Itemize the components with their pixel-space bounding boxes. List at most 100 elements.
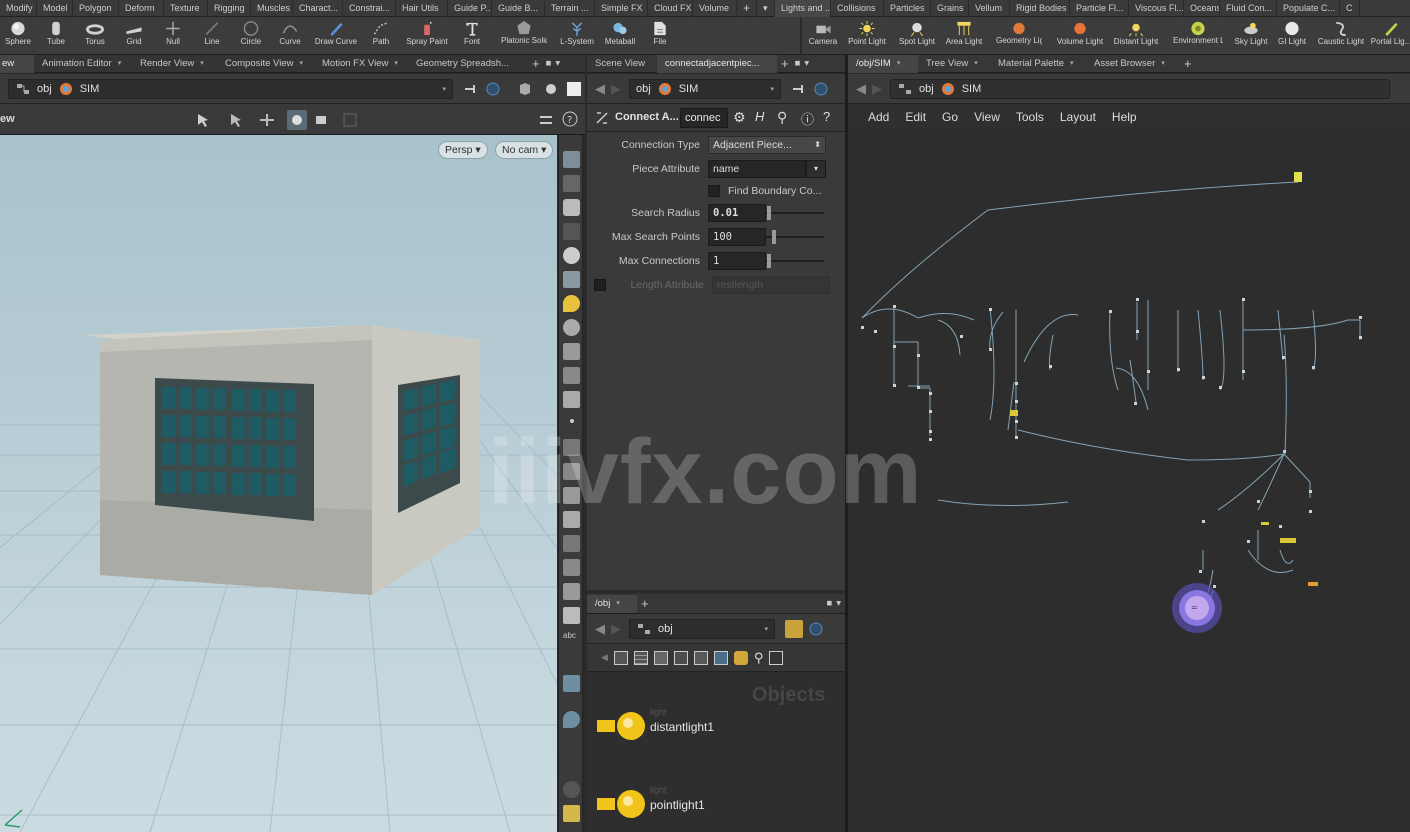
- tab-composite-view[interactable]: Composite View ▾: [217, 55, 314, 73]
- menu-tools[interactable]: Tools: [1016, 110, 1044, 124]
- search-icon[interactable]: ⚲: [754, 650, 764, 666]
- ghost-icon[interactable]: [563, 367, 580, 384]
- chevron-down-icon[interactable]: ▾: [802, 55, 811, 73]
- shelf-tab[interactable]: Rigging: [208, 0, 251, 17]
- sky-light-tool[interactable]: Sky Light: [1228, 17, 1274, 55]
- gear-icon[interactable]: ⚙: [733, 109, 746, 126]
- camera-view-icon[interactable]: [769, 650, 784, 665]
- tab-network-view[interactable]: /obj/SIM ▾: [848, 54, 918, 73]
- font-tool[interactable]: Font: [449, 17, 495, 55]
- chevron-down-icon[interactable]: ▾: [553, 55, 562, 73]
- shelf-tab[interactable]: Lights and ...: [775, 0, 831, 17]
- 3d-viewport[interactable]: Persp ▾ No cam ▾: [0, 135, 557, 832]
- shelf-tab[interactable]: Oceans: [1184, 0, 1220, 17]
- curve-tool[interactable]: Curve: [267, 17, 313, 55]
- shelf-tab[interactable]: C: [1340, 0, 1360, 17]
- add-tab-icon[interactable]: +: [637, 595, 653, 613]
- python-icon[interactable]: [785, 619, 803, 638]
- link-icon[interactable]: [485, 81, 501, 97]
- image-icon[interactable]: [713, 650, 728, 665]
- display-grid-icon[interactable]: [563, 151, 580, 168]
- houdini-help-icon[interactable]: H: [755, 109, 764, 124]
- shelf-tab[interactable]: Viscous Fl...: [1129, 0, 1184, 17]
- shelf-tab[interactable]: Guide P...: [448, 0, 492, 17]
- shelf-tab[interactable]: Model: [37, 0, 73, 17]
- pin-icon[interactable]: [463, 81, 479, 97]
- platonic-solids-tool[interactable]: Platonic Solids: [501, 17, 547, 55]
- connection-type-dropdown[interactable]: Adjacent Piece... ⬍: [708, 136, 826, 154]
- forward-arrow-icon[interactable]: ▶: [611, 81, 621, 97]
- max-search-points-field[interactable]: 100: [708, 228, 766, 246]
- chevron-down-icon[interactable]: ▾: [764, 625, 768, 633]
- stack-icon[interactable]: [733, 650, 748, 665]
- shelf-tab[interactable]: Grains: [931, 0, 969, 17]
- shelf-tab[interactable]: Muscles: [251, 0, 293, 17]
- persp-menu-button[interactable]: Persp ▾: [438, 141, 488, 159]
- spray-paint-tool[interactable]: Spray Paint: [403, 17, 451, 55]
- display-menu-icon[interactable]: [538, 112, 554, 128]
- primitive-icon[interactable]: [563, 487, 580, 504]
- tab-material-palette[interactable]: Material Palette ▾: [990, 55, 1086, 73]
- max-search-points-slider[interactable]: [766, 228, 824, 246]
- object-node[interactable]: [595, 788, 649, 820]
- camera-menu-button[interactable]: No cam ▾: [495, 141, 554, 159]
- pane-menu-icon[interactable]: ■: [544, 55, 554, 73]
- length-attribute-checkbox[interactable]: [594, 279, 606, 291]
- pin-location-icon[interactable]: [563, 711, 580, 728]
- shelf-tab[interactable]: Collisions: [831, 0, 884, 17]
- link-icon[interactable]: [808, 621, 824, 637]
- chevron-down-icon[interactable]: ▾: [834, 595, 845, 613]
- find-boundary-checkbox[interactable]: [708, 185, 720, 197]
- add-tab-icon[interactable]: +: [1180, 55, 1196, 73]
- info-icon[interactable]: ⓘ: [801, 109, 814, 128]
- chevron-down-icon[interactable]: ▾: [299, 55, 303, 73]
- chevron-down-icon[interactable]: ▾: [974, 55, 978, 73]
- transform-tool-icon[interactable]: [258, 112, 276, 128]
- wire-icon[interactable]: [563, 559, 580, 576]
- lock-icon[interactable]: [563, 199, 580, 216]
- shelf-tab[interactable]: Rigid Bodies: [1010, 0, 1070, 17]
- lighting-icon[interactable]: [563, 271, 580, 288]
- camera-head-icon[interactable]: [563, 319, 580, 336]
- menu-layout[interactable]: Layout: [1060, 110, 1096, 124]
- back-arrow-icon[interactable]: ◀: [595, 81, 605, 97]
- help-icon[interactable]: ?: [823, 109, 830, 124]
- branch-icon[interactable]: [563, 583, 580, 600]
- caustic-light-tool[interactable]: Caustic Light: [1315, 17, 1367, 55]
- chevron-down-icon[interactable]: ▾: [118, 55, 122, 73]
- link-icon[interactable]: [813, 81, 829, 97]
- l-system-tool[interactable]: L-System: [554, 17, 600, 55]
- shelf-tab[interactable]: Constrai...: [343, 0, 396, 17]
- shelf-tab[interactable]: Texture: [164, 0, 208, 17]
- geometry-light-tool[interactable]: Geometry Light: [996, 17, 1042, 55]
- link-camera-icon[interactable]: [563, 223, 580, 240]
- grid-view-icon[interactable]: [633, 650, 648, 665]
- shading-icon[interactable]: [563, 247, 580, 264]
- back-arrow-icon[interactable]: ◀: [595, 621, 605, 637]
- tab-animation-editor[interactable]: Animation Editor ▾: [34, 55, 132, 73]
- camera-view-icon[interactable]: [543, 81, 559, 97]
- template-icon[interactable]: [563, 391, 580, 408]
- chevron-down-icon[interactable]: ▾: [616, 595, 620, 613]
- max-connections-field[interactable]: 1: [708, 252, 766, 270]
- forward-arrow-icon[interactable]: ▶: [872, 81, 882, 97]
- abc-icon[interactable]: abc: [563, 631, 580, 648]
- chevron-down-icon[interactable]: ▾: [394, 55, 398, 73]
- shelf-tab[interactable]: Populate C...: [1277, 0, 1340, 17]
- portal-light-tool[interactable]: Portal Lig...: [1370, 17, 1410, 55]
- add-shelf-tab-button[interactable]: +: [737, 0, 757, 17]
- box-icon[interactable]: [563, 607, 580, 624]
- volume-light-tool[interactable]: Volume Light: [1055, 17, 1105, 55]
- shelf-tab[interactable]: Particles: [884, 0, 931, 17]
- search-radius-slider[interactable]: [766, 204, 824, 222]
- snap-icon[interactable]: [563, 175, 580, 192]
- render-region-icon[interactable]: [313, 112, 329, 128]
- network-editor-canvas[interactable]: =: [848, 130, 1410, 832]
- tab-asset-browser[interactable]: Asset Browser ▾: [1086, 55, 1180, 73]
- tab-scene-view[interactable]: Scene View: [587, 55, 657, 73]
- file-tool[interactable]: File: [637, 17, 683, 55]
- tab-parameters[interactable]: connectadjacentpiec...: [657, 54, 777, 73]
- menu-add[interactable]: Add: [868, 110, 889, 124]
- chevron-down-icon[interactable]: ▾: [1161, 55, 1165, 73]
- shelf-tab[interactable]: Hair Utils: [396, 0, 448, 17]
